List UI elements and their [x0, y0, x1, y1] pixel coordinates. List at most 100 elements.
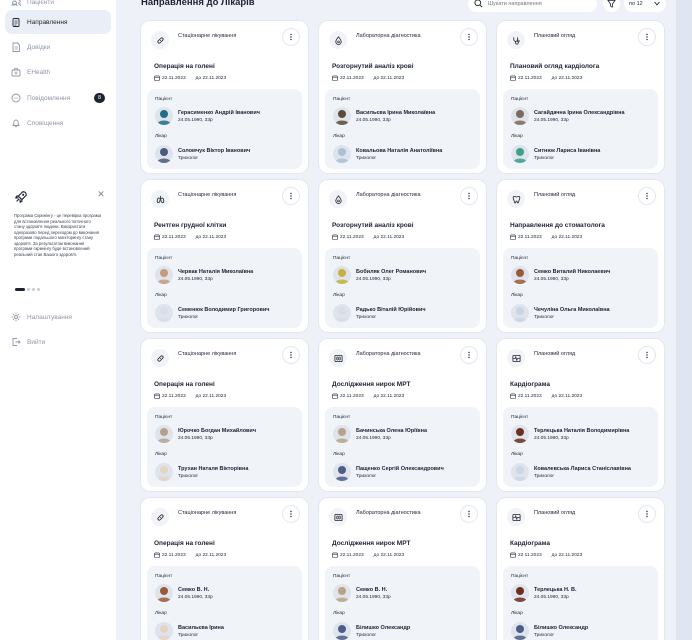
patient-avatar[interactable]	[333, 584, 351, 602]
chevron-down-icon	[654, 1, 660, 6]
referral-title: Плановий огляд кардіолога	[510, 63, 600, 70]
doctor-avatar[interactable]	[333, 145, 351, 163]
doctor-name[interactable]: Ковальова Наталія Анатоліївна	[356, 148, 442, 154]
doctor-name[interactable]: Білишко Олександр	[534, 625, 588, 631]
referral-card[interactable]: Стаціонарне лікування Операція на голені 2…	[140, 497, 309, 640]
sidebar-item-7[interactable]: Налаштування	[5, 305, 111, 329]
referral-card[interactable]: Стаціонарне лікування Операція на голені 2…	[140, 20, 309, 174]
category-label: Плановий огляд	[534, 510, 576, 516]
referral-card[interactable]: Лабораторна діагностика Розгорнутий аналі…	[318, 179, 487, 333]
doctor-avatar[interactable]	[333, 304, 351, 322]
search-box[interactable]	[468, 0, 597, 12]
patient-name[interactable]: Терлецька Н. В.	[534, 587, 576, 593]
more-button[interactable]	[282, 346, 300, 364]
patient-avatar[interactable]	[511, 266, 529, 284]
doctor-avatar[interactable]	[155, 304, 173, 322]
date-from: 22.11.2023	[340, 234, 364, 240]
doctor-avatar[interactable]	[333, 463, 351, 481]
patient-avatar[interactable]	[155, 584, 173, 602]
patient-name[interactable]: Червак Наталія Миколаївна	[178, 269, 253, 275]
more-button[interactable]	[282, 187, 300, 205]
patient-avatar[interactable]	[511, 107, 529, 125]
patient-name[interactable]: Герасименко Андрій Іванович	[178, 110, 260, 116]
sidebar-item-3[interactable]: Довідки	[5, 35, 111, 59]
patient-name[interactable]: Васильєва Ірина Миколаївна	[356, 110, 435, 116]
sidebar-item-5[interactable]: Повідомлення 8	[5, 86, 111, 110]
doctor-name[interactable]: Білишко Олександр	[356, 625, 410, 631]
calendar-icon	[510, 393, 516, 399]
referral-card[interactable]: Плановий огляд Кардіограма 22.11.2023 до 22…	[496, 497, 665, 640]
more-button[interactable]	[460, 346, 478, 364]
patient-name[interactable]: Бачинська Олена Юріївна	[356, 428, 427, 434]
doctor-name[interactable]: Соломчук Віктор Іванович	[178, 148, 250, 154]
patient-name[interactable]: Бобиляк Олег Романович	[356, 269, 426, 275]
patient-name[interactable]: Семко В. Н.	[356, 587, 387, 593]
referral-card[interactable]: Стаціонарне лікування Рентген грудної клі…	[140, 179, 309, 333]
doctor-name[interactable]: Семенюк Володимир Григорович	[178, 307, 269, 313]
patient-avatar[interactable]	[155, 425, 173, 443]
more-button[interactable]	[638, 187, 656, 205]
patient-avatar[interactable]	[155, 107, 173, 125]
sidebar-item-4[interactable]: EHealth	[5, 60, 111, 84]
more-button[interactable]	[282, 28, 300, 46]
doctor-role: Трихолог	[534, 315, 555, 320]
patient-avatar[interactable]	[511, 584, 529, 602]
patient-name[interactable]: Семко В. Н.	[178, 587, 209, 593]
doctor-name[interactable]: Пащенко Сергій Олександрович	[356, 466, 444, 472]
category-label: Плановий огляд	[534, 192, 576, 198]
close-icon[interactable]: ✕	[96, 189, 106, 199]
doctor-avatar[interactable]	[511, 304, 529, 322]
filter-button[interactable]	[603, 0, 620, 12]
doctor-avatar[interactable]	[155, 463, 173, 481]
referral-card[interactable]: Плановий огляд Направлення до стоматолога…	[496, 179, 665, 333]
sidebar-item-8[interactable]: Вийти	[5, 330, 111, 354]
doctor-name[interactable]: Ситнюк Лариса Іванівна	[534, 148, 600, 154]
date-to: 22.11.2023	[202, 234, 227, 240]
more-button[interactable]	[460, 505, 478, 523]
doctor-name[interactable]: Трухан Наталя Вікторівна	[178, 466, 248, 472]
doctor-name[interactable]: Чечуліна Ольга Миколаївна	[534, 307, 610, 313]
scroll-track[interactable]	[676, 0, 692, 640]
more-button[interactable]	[638, 28, 656, 46]
ecg-icon	[507, 349, 525, 367]
referral-card[interactable]: Стаціонарне лікування Операція на голені 2…	[140, 338, 309, 492]
doctor-label: Лікар	[511, 611, 523, 616]
doctor-role: Трихолог	[534, 474, 555, 479]
patient-avatar[interactable]	[155, 266, 173, 284]
doctor-avatar[interactable]	[511, 622, 529, 640]
patient-name[interactable]: Семко Виталий Николаевич	[534, 269, 610, 275]
patient-name[interactable]: Терлецька Наталія Володимирівна	[534, 428, 629, 434]
more-button[interactable]	[460, 187, 478, 205]
referral-card[interactable]: Лабораторна діагностика Розгорнутий аналі…	[318, 20, 487, 174]
doctor-avatar[interactable]	[511, 463, 529, 481]
doctor-name[interactable]: Радько Віталій Юрійович	[356, 307, 426, 313]
carousel-dots[interactable]	[15, 288, 40, 291]
patient-name[interactable]: Сагайдачна Ірина Олександрівна	[534, 110, 625, 116]
sidebar-item-2[interactable]: Направлення	[5, 10, 111, 34]
referral-card[interactable]: Плановий огляд Кардіограма 22.11.2023 до 22…	[496, 338, 665, 492]
doctor-name[interactable]: Васильєва Ірина	[178, 625, 224, 631]
search-input[interactable]	[488, 0, 588, 7]
referral-card[interactable]: Лабораторна діагностика Дослідження нирок…	[318, 338, 487, 492]
doctor-avatar[interactable]	[155, 622, 173, 640]
doctor-avatar[interactable]	[155, 145, 173, 163]
more-button[interactable]	[638, 346, 656, 364]
patient-avatar[interactable]	[333, 425, 351, 443]
doctor-avatar[interactable]	[511, 145, 529, 163]
doctor-role: Трихолог	[356, 474, 377, 479]
doctor-name[interactable]: Ковалевська Лариса Станіславівна	[534, 466, 631, 472]
doctor-role: Трихолог	[178, 315, 199, 320]
patient-name[interactable]: Юрочко Богдан Михайлович	[178, 428, 256, 434]
referral-card[interactable]: Плановий огляд Плановий огляд кардіолога 2…	[496, 20, 665, 174]
patient-avatar[interactable]	[333, 266, 351, 284]
more-button[interactable]	[460, 28, 478, 46]
more-button[interactable]	[282, 505, 300, 523]
sidebar-item-6[interactable]: Сповіщення	[5, 111, 111, 135]
patient-avatar[interactable]	[511, 425, 529, 443]
patient-avatar[interactable]	[333, 107, 351, 125]
doctor-avatar[interactable]	[333, 622, 351, 640]
referral-card[interactable]: Лабораторна діагностика Дослідження нирок…	[318, 497, 487, 640]
per-page-select[interactable]: по 12	[624, 0, 666, 12]
drop-icon	[329, 31, 347, 49]
more-button[interactable]	[638, 505, 656, 523]
